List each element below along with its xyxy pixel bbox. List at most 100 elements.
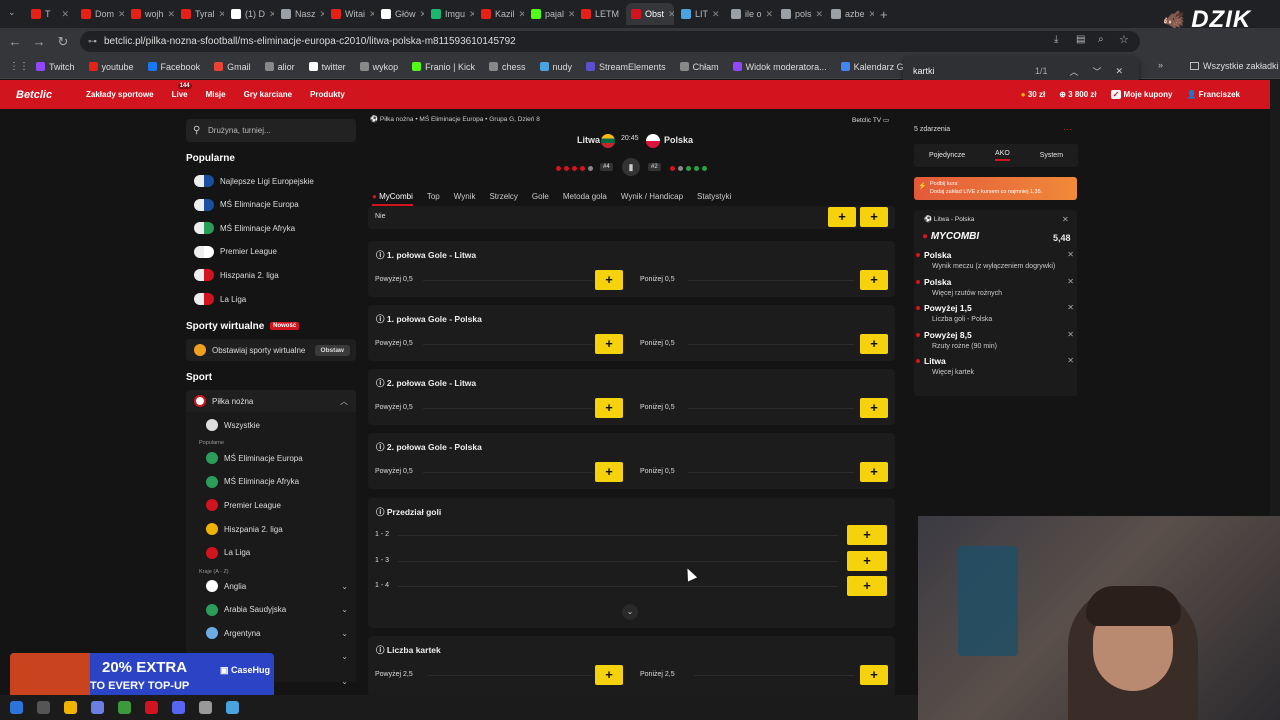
virtual-bet-button[interactable]: Obstaw <box>314 344 350 356</box>
find-next-icon[interactable]: ﹀ <box>1093 65 1102 78</box>
bookmark-star-icon[interactable]: ☆ <box>1119 33 1129 46</box>
my-coupons[interactable]: ✓ Moje kupony <box>1110 90 1172 99</box>
add-bet-button[interactable]: + <box>860 462 888 482</box>
remove-event-icon[interactable]: ✕ <box>1062 215 1069 224</box>
nav-products[interactable]: Produkty <box>310 90 345 99</box>
chevron-up-icon[interactable]: ︿ <box>340 396 348 407</box>
market-tab[interactable]: Statystyki <box>697 192 731 206</box>
browser-tab[interactable]: wojh ✕ <box>126 3 174 25</box>
chevron-down-icon[interactable]: ⌄ <box>341 582 348 591</box>
nav-missions[interactable]: Misje <box>206 90 226 99</box>
betclic-logo[interactable]: Betclic <box>16 89 86 101</box>
back-icon[interactable]: ← <box>8 34 22 49</box>
popular-item[interactable]: Najlepsze Ligi Europejskie <box>186 170 356 192</box>
country-item[interactable]: Arabia Saudyjska ⌄ <box>186 599 356 621</box>
boost-banner[interactable]: ⚡ Podbij kurs: Dodaj zakład LIVE z kurse… <box>914 177 1077 200</box>
browser-tab[interactable]: Tyral ✕ <box>176 3 224 25</box>
bookmark-item[interactable]: Chłam <box>679 62 719 72</box>
remove-selection-icon[interactable]: ✕ <box>1067 330 1074 339</box>
bookmark-item[interactable]: Twitch <box>36 62 75 72</box>
more-bookmarks-icon[interactable]: » <box>1158 60 1163 70</box>
remove-selection-icon[interactable]: ✕ <box>1067 303 1074 312</box>
bookmark-item[interactable]: alior <box>264 62 295 72</box>
football-sub-item[interactable]: La Liga <box>186 542 356 564</box>
market-tab[interactable]: Gole <box>532 192 549 206</box>
reload-icon[interactable]: ↻ <box>56 34 70 50</box>
browser-tab[interactable]: Kazil ✕ <box>476 3 524 25</box>
browser-tab[interactable]: azbe ✕ <box>826 3 874 25</box>
url-input[interactable]: ⊶ betclic.pl/pilka-nozna-sfootball/ms-el… <box>80 31 1140 52</box>
all-bookmarks[interactable]: Wszystkie zakładki <box>1190 61 1279 71</box>
add-bet-button[interactable]: + <box>860 270 888 290</box>
browser-tab[interactable]: (1) D ✕ <box>226 3 274 25</box>
balance-bonus[interactable]: ⊕ 3 800 zł <box>1059 90 1096 99</box>
bookmark-item[interactable]: youtube <box>88 62 134 72</box>
add-bet-button[interactable]: + <box>860 207 888 227</box>
expand-chevron-icon[interactable]: ⌄ <box>622 604 638 620</box>
taskbar-search-icon[interactable] <box>37 701 50 714</box>
settings-gear-icon[interactable] <box>199 701 212 714</box>
sidebar-football[interactable]: Piłka nożna ︿ <box>186 390 356 412</box>
chevron-down-icon[interactable]: ⌄ <box>341 605 348 614</box>
add-bet-button[interactable]: + <box>595 398 623 418</box>
tab-close-icon[interactable]: ✕ <box>869 9 874 20</box>
add-bet-button[interactable]: + <box>847 550 887 571</box>
add-bet-button[interactable]: + <box>847 576 887 596</box>
betclic-tv[interactable]: Betclic TV ▭ <box>852 116 889 124</box>
bookmark-item[interactable]: wykop <box>359 62 398 72</box>
football-sub-item[interactable]: Premier League <box>186 494 356 516</box>
virtual-sports-item[interactable]: Obstawiaj sporty wirtualne Obstaw <box>186 339 356 361</box>
add-bet-button[interactable]: + <box>595 334 623 354</box>
remove-selection-icon[interactable]: ✕ <box>1067 250 1074 259</box>
browser-tab[interactable]: LETM✕ <box>576 3 624 25</box>
country-item[interactable]: Anglia ⌄ <box>186 575 356 597</box>
tab-close-icon[interactable]: ✕ <box>568 9 574 20</box>
bookmark-item[interactable]: StreamElements <box>586 62 666 72</box>
remove-selection-icon[interactable]: ✕ <box>1067 356 1074 365</box>
install-icon[interactable]: ⤓ <box>1054 34 1058 45</box>
football-sub-item[interactable]: MŚ Eliminacje Europa <box>186 447 356 469</box>
add-bet-button[interactable]: + <box>828 207 856 227</box>
add-bet-button[interactable]: + <box>860 334 888 354</box>
bookmark-item[interactable]: twitter <box>308 62 346 72</box>
page-scrollbar[interactable] <box>1270 80 1280 516</box>
nav-sports[interactable]: Zakłady sportowe <box>86 90 154 99</box>
popular-item[interactable]: MŚ Eliminacje Afryka <box>186 217 356 239</box>
tab-close-icon[interactable]: ✕ <box>469 9 474 20</box>
reader-icon[interactable]: ▤ <box>1076 34 1085 45</box>
app-icon[interactable] <box>145 701 158 714</box>
tab-close-icon[interactable]: ✕ <box>219 9 224 20</box>
find-close-icon[interactable]: ✕ <box>1116 66 1124 77</box>
market-tab[interactable]: ● MyCombi <box>372 192 413 206</box>
bookmark-item[interactable]: Gmail <box>214 62 251 72</box>
bookmark-item[interactable]: chess <box>489 62 526 72</box>
nav-card-games[interactable]: Gry karciane <box>244 90 292 99</box>
browser-tab[interactable]: Obst ✕ <box>626 3 674 25</box>
site-info-icon[interactable]: ⊶ <box>88 31 97 52</box>
explorer-icon[interactable] <box>64 701 77 714</box>
tab-close-icon[interactable]: ✕ <box>519 9 524 20</box>
tab-ako[interactable]: AKO <box>995 150 1010 161</box>
tab-close-icon[interactable]: ✕ <box>320 9 324 20</box>
bookmark-item[interactable]: Franio | Kick <box>412 62 475 72</box>
browser-tab[interactable]: Witai ✕ <box>326 3 374 25</box>
browser-tab[interactable]: LIT ✕ <box>676 3 724 25</box>
user-menu[interactable]: 👤 Franciszek <box>1186 90 1240 99</box>
country-item[interactable]: Argentyna ⌄ <box>186 622 356 644</box>
football-sub-item[interactable]: Hiszpania 2. liga <box>186 518 356 540</box>
chevron-down-icon[interactable]: ⌄ <box>341 677 348 686</box>
tab-close-icon[interactable]: ✕ <box>623 9 624 20</box>
tab-close-icon[interactable]: ✕ <box>118 9 124 20</box>
tab-close-icon[interactable]: ✕ <box>369 9 374 20</box>
browser-tab[interactable]: pols ✕ <box>776 3 824 25</box>
popular-item[interactable]: MŚ Eliminacje Europa <box>186 194 356 216</box>
popular-item[interactable]: Hiszpania 2. liga <box>186 264 356 286</box>
zoom-icon[interactable]: ⌕ <box>1098 34 1104 45</box>
sidebar-all[interactable]: Wszystkie <box>186 414 356 436</box>
add-bet-button[interactable]: + <box>595 270 623 290</box>
tab-close-icon[interactable]: ✕ <box>420 9 424 20</box>
forward-icon[interactable]: → <box>32 34 46 49</box>
add-bet-button[interactable]: + <box>860 665 888 685</box>
sidebar-search-input[interactable]: ⚲ Drużyna, turniej... <box>186 119 356 142</box>
browser-tab[interactable]: Dom ✕ <box>76 3 124 25</box>
